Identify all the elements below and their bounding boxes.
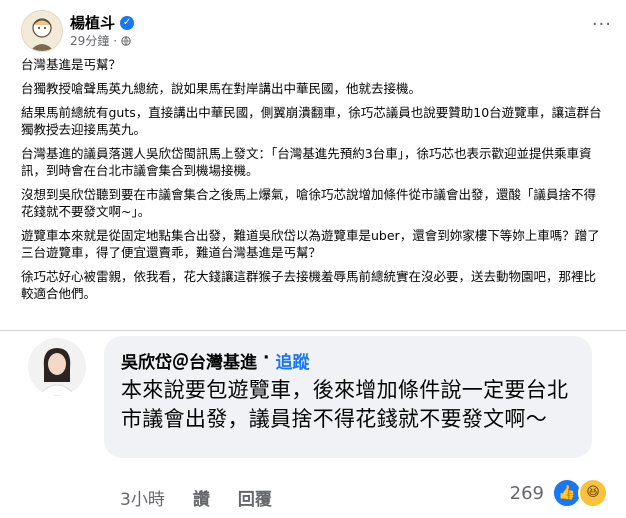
reaction-summary[interactable]: 269 👍 😆 <box>510 478 608 508</box>
post-time[interactable]: 29分鐘 <box>70 32 109 49</box>
like-button[interactable]: 讚 <box>193 485 210 510</box>
comment-text: 本來說要包遊覽車，後來增加條件說一定要台北市議會出發，議員捨不得花錢就不要發文啊… <box>121 378 569 431</box>
post: 楊植斗 ✓ 29分鐘 · ··· 台灣基進是丐幫？ 台獨教授嗆聲馬英九總統，說如… <box>0 0 626 331</box>
globe-icon <box>121 35 131 46</box>
post-paragraph: 台灣基進的議員落選人吳欣岱閩訊馬上發文：「台灣基進先預約3台車」，徐巧芯也表示歡… <box>21 146 592 178</box>
comment-bubble: 吳欣岱＠台灣基進 · 追蹤 本來說要包遊覽車，後來增加條件說一定要台北市議會出發… <box>104 336 592 458</box>
post-paragraph: 台獨教授嗆聲馬英九總統，說如果馬在對岸講出中華民國，他就去接機。 <box>21 81 422 96</box>
commenter-name[interactable]: 吳欣岱＠台灣基進 <box>121 348 257 373</box>
commenter-name-row: 吳欣岱＠台灣基進 · 追蹤 <box>121 348 309 373</box>
comment-actions: 3小時 讚 回覆 <box>120 485 272 510</box>
verified-badge-icon: ✓ <box>120 15 135 30</box>
post-paragraph: 台灣基進是丐幫？ <box>21 57 122 72</box>
reply-button[interactable]: 回覆 <box>238 485 272 510</box>
follow-button[interactable]: 追蹤 <box>275 348 309 373</box>
post-paragraph: 結果馬前總統有guts，直接講出中華民國，側翼崩潰翻車，徐巧芯議員也說要贊助10… <box>21 105 602 137</box>
name-separator: · <box>263 348 270 368</box>
post-meta: 29分鐘 · <box>70 32 131 49</box>
author-name-row[interactable]: 楊植斗 ✓ <box>70 12 135 33</box>
more-options-icon[interactable]: ··· <box>592 14 612 35</box>
comment-time[interactable]: 3小時 <box>120 485 165 510</box>
comment: 吳欣岱＠台灣基進 · 追蹤 本來說要包遊覽車，後來增加條件說一定要台北市議會出發… <box>0 330 626 518</box>
post-paragraph: 沒想到吳欣岱聽到要在市議會集合之後馬上爆氣，嗆徐巧芯說增加條件從市議會出發，還酸… <box>21 187 597 219</box>
author-name[interactable]: 楊植斗 <box>70 12 115 33</box>
post-paragraph: 徐巧芯好心被雷親，依我看，花大錢讓這群猴子去接機羞辱馬前總統實在沒必要，送去動物… <box>21 269 597 301</box>
author-avatar[interactable] <box>21 10 63 52</box>
commenter-avatar[interactable] <box>28 338 86 396</box>
reaction-count: 269 <box>509 482 544 504</box>
dot-separator: · <box>113 33 118 48</box>
post-body: 台灣基進是丐幫？ 台獨教授嗆聲馬英九總統，說如果馬在對岸講出中華民國，他就去接機… <box>21 56 606 309</box>
haha-reaction-icon: 😆 <box>578 478 608 508</box>
post-paragraph: 遊覽車本來就是從固定地點集合出發，難道吳欣岱以為遊覽車是uber，還會到妳家樓下… <box>21 228 600 260</box>
